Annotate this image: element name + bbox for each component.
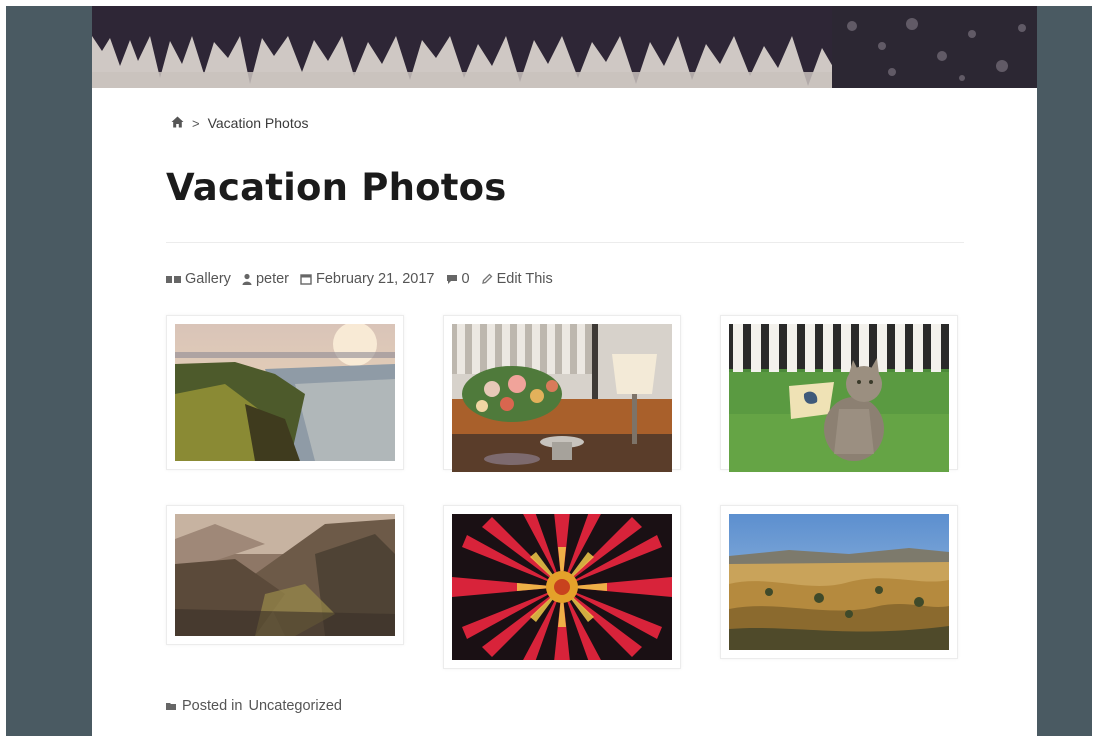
posted-in-label: Posted in [182, 698, 243, 714]
pencil-icon [481, 273, 492, 284]
edit-post-link[interactable]: Edit This [481, 271, 553, 287]
gallery-photo-hills[interactable] [720, 505, 958, 659]
title-divider [166, 242, 964, 243]
calendar-icon [300, 274, 312, 285]
user-icon [242, 273, 252, 285]
photo-gallery [166, 315, 966, 675]
post-date[interactable]: February 21, 2017 [300, 271, 435, 287]
post-format-label: Gallery [185, 271, 231, 287]
gallery-photo-cat[interactable] [720, 315, 958, 472]
post-meta: Gallery peter February 21, 2017 0 Edit T… [166, 271, 553, 287]
page-content: > Vacation Photos Vacation Photos Galler… [92, 6, 1037, 736]
gallery-icon [166, 275, 181, 283]
gallery-photo-coast[interactable] [166, 315, 404, 470]
breadcrumb-separator: > [192, 115, 200, 131]
edit-post-label: Edit This [496, 271, 553, 287]
post-date-text: February 21, 2017 [316, 271, 435, 287]
post-author[interactable]: peter [242, 271, 289, 287]
post-categories: Posted in Uncategorized [166, 698, 342, 714]
breadcrumb: > Vacation Photos [171, 115, 309, 131]
comment-icon [446, 274, 457, 284]
folder-icon [166, 703, 176, 710]
post-comments-count: 0 [461, 271, 470, 287]
post-comments[interactable]: 0 [446, 271, 470, 287]
category-link[interactable]: Uncategorized [248, 698, 342, 714]
breadcrumb-current[interactable]: Vacation Photos [208, 115, 309, 131]
gallery-photo-dahlia[interactable] [443, 505, 681, 669]
gallery-photo-table-flowers[interactable] [443, 315, 681, 472]
gallery-photo-mountains[interactable] [166, 505, 404, 645]
page-title: Vacation Photos [166, 166, 507, 209]
post-author-name: peter [255, 271, 289, 287]
header-banner-image [92, 6, 1037, 88]
post-format-gallery[interactable]: Gallery [166, 271, 231, 287]
home-icon[interactable] [171, 115, 184, 131]
